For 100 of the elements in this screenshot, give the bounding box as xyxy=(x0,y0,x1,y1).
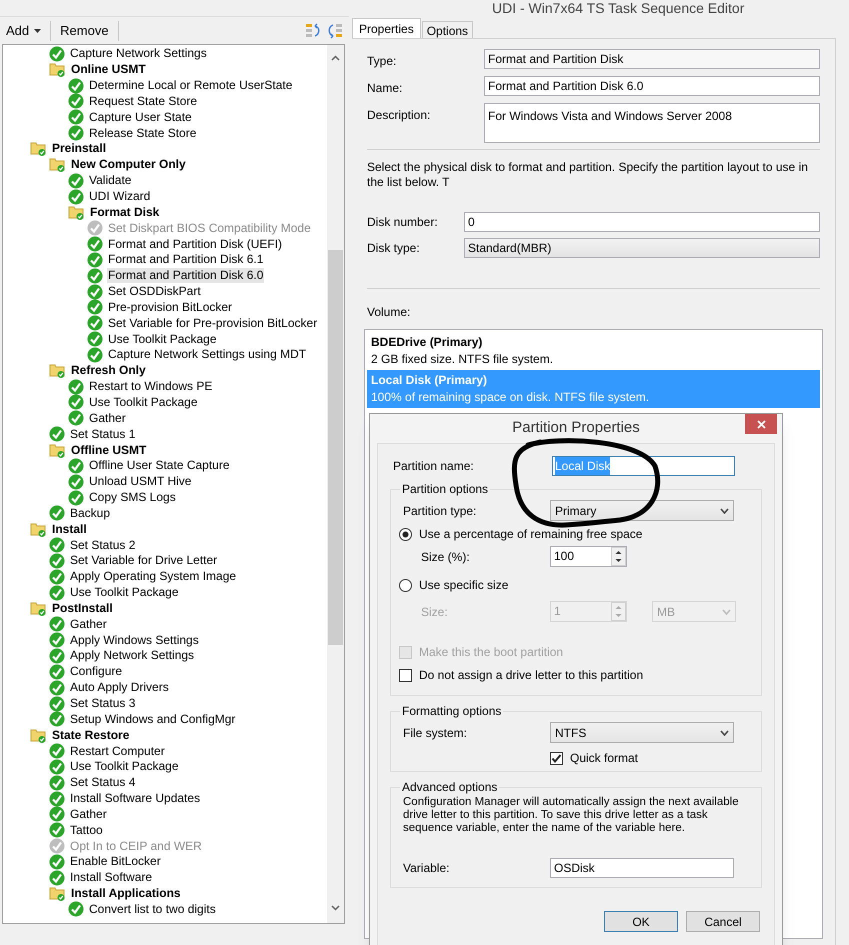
tree-item[interactable]: Determine Local or Remote UserState xyxy=(88,78,294,94)
tree-item[interactable]: Gather xyxy=(88,410,127,426)
close-button[interactable] xyxy=(745,414,777,434)
input-field[interactable]: Format and Partition Disk 6.0 xyxy=(484,76,820,96)
tree-item[interactable]: Unload USMT Hive xyxy=(88,474,192,490)
tree-item[interactable]: Apply Operating System Image xyxy=(69,569,238,584)
tree-item[interactable]: Setup Windows and ConfigMgr xyxy=(69,712,236,727)
tree-item[interactable]: Apply Windows Settings xyxy=(69,632,200,648)
check-icon xyxy=(49,870,65,886)
input-field[interactable]: Format and Partition Disk xyxy=(484,49,820,69)
spin-arrows-icon xyxy=(611,602,626,621)
tree-item[interactable]: Configure xyxy=(69,664,124,680)
tree-item[interactable]: Capture User State xyxy=(88,110,193,125)
tree-item[interactable]: Set Variable for Pre-provision BitLocker xyxy=(107,316,318,331)
check-icon xyxy=(49,648,65,664)
caret-icon xyxy=(34,28,42,32)
checkbox[interactable] xyxy=(550,752,563,764)
tree-item[interactable]: Set Status 4 xyxy=(69,775,136,790)
tab[interactable]: Properties xyxy=(352,18,421,38)
tree-item[interactable]: Request State Store xyxy=(88,94,198,109)
tree-item[interactable]: State Restore xyxy=(51,728,130,743)
check-icon xyxy=(68,474,84,490)
tree-item[interactable]: Set Status 2 xyxy=(69,538,136,553)
field-label: Size (%): xyxy=(421,548,471,566)
tree-item[interactable]: Format and Partition Disk 6.1 xyxy=(107,252,264,268)
folder-icon xyxy=(49,362,66,380)
tree-item[interactable]: Set Variable for Drive Letter xyxy=(69,553,218,568)
tree-item[interactable]: Release State Store xyxy=(88,126,198,141)
tree-item[interactable]: Use Toolkit Package xyxy=(107,332,218,347)
tree-item[interactable]: Offline USMT xyxy=(70,442,148,458)
dropdown-field[interactable]: NTFS xyxy=(550,722,734,743)
check-icon xyxy=(87,315,103,332)
input-field[interactable]: For Windows Vista and Windows Server 2008 xyxy=(484,103,820,143)
scrollbar[interactable] xyxy=(327,45,344,923)
volume-name: BDEDrive (Primary) xyxy=(371,334,484,351)
tree-item[interactable]: Use Toolkit Package xyxy=(69,585,180,600)
check-icon xyxy=(87,284,103,300)
tab[interactable]: Options xyxy=(422,21,474,38)
input-field[interactable]: OSDisk xyxy=(550,858,734,878)
tree-item[interactable]: Tattoo xyxy=(69,822,104,838)
tree-item[interactable]: Format Disk xyxy=(89,204,160,220)
radio-button[interactable] xyxy=(399,578,412,592)
tree-item[interactable]: Restart to Windows PE xyxy=(88,379,214,394)
tree-item[interactable]: Format and Partition Disk 6.0 xyxy=(107,268,264,284)
input-field[interactable]: 0 xyxy=(464,212,820,232)
disabled-check-icon xyxy=(49,838,65,854)
list-reorder-icon[interactable] xyxy=(305,22,321,39)
tree-item[interactable]: Copy SMS Logs xyxy=(88,490,177,506)
tree-item[interactable]: Refresh Only xyxy=(70,363,147,378)
tree-item[interactable]: Install Applications xyxy=(70,886,182,902)
tree-item[interactable]: Apply Network Settings xyxy=(69,648,196,664)
remove-button[interactable]: Remove xyxy=(57,20,112,40)
tree-item[interactable]: Offline User State Capture xyxy=(88,458,231,474)
ok-button[interactable]: OK xyxy=(604,911,678,932)
tree-item[interactable]: Capture Network Settings xyxy=(69,46,208,62)
tree-item[interactable]: New Computer Only xyxy=(70,157,187,172)
tree-item[interactable]: PostInstall xyxy=(51,600,114,616)
group-label: Advanced options xyxy=(401,779,498,796)
tree-item[interactable]: Pre-provision BitLocker xyxy=(107,300,234,315)
tree-item[interactable]: Use Toolkit Package xyxy=(69,759,180,774)
checkbox[interactable] xyxy=(399,668,412,682)
scrollbar-thumb[interactable] xyxy=(328,250,343,645)
tree-item[interactable]: Capture Network Settings using MDT xyxy=(107,347,308,362)
dropdown-field[interactable]: Standard(MBR) xyxy=(464,238,820,258)
tree-item[interactable]: Convert list to two digits xyxy=(88,902,217,917)
tree-item[interactable]: Format and Partition Disk (UEFI) xyxy=(107,236,284,252)
tree-item[interactable]: Online USMT xyxy=(70,62,147,78)
instructions-text: Select the physical disk to format and partition. Specify the partition layout to use in the list below. T xyxy=(367,160,809,191)
tree-item[interactable]: Restart Computer xyxy=(69,744,166,759)
list-reorder-icon[interactable] xyxy=(327,22,343,39)
check-icon xyxy=(49,632,65,648)
check-icon xyxy=(68,188,84,205)
tree-item[interactable]: Validate xyxy=(88,173,132,188)
check-icon xyxy=(68,394,84,410)
tree-item[interactable]: Gather xyxy=(69,806,108,822)
cancel-button[interactable]: Cancel xyxy=(686,911,760,932)
tree-item[interactable]: Set OSDDiskPart xyxy=(107,284,202,300)
tree-item[interactable]: Use Toolkit Package xyxy=(88,394,199,410)
check-icon xyxy=(68,125,84,142)
add-dropdown-button[interactable]: Add xyxy=(3,20,44,40)
tree-item[interactable]: Gather xyxy=(69,616,108,632)
volume-item[interactable]: BDEDrive (Primary) 2 GB fixed size. NTFS file system. xyxy=(367,332,820,370)
check-icon xyxy=(68,458,84,474)
tree-item[interactable]: Install xyxy=(51,522,88,537)
tree-item[interactable]: Set Status 3 xyxy=(69,696,136,712)
check-icon xyxy=(68,78,84,94)
tree-item[interactable]: Set Status 1 xyxy=(69,426,136,442)
tree-item[interactable]: Auto Apply Drivers xyxy=(69,680,170,696)
tree-item[interactable]: UDI Wizard xyxy=(88,189,152,204)
check-icon xyxy=(68,410,84,426)
tree-item[interactable]: Install Software Updates xyxy=(69,791,202,806)
tree-item[interactable]: Preinstall xyxy=(51,141,108,156)
folder-icon xyxy=(68,204,85,221)
check-icon xyxy=(68,901,84,918)
dropdown-field[interactable]: Primary xyxy=(550,500,734,521)
spin-field[interactable]: 100 xyxy=(550,546,627,567)
tree-item[interactable]: Install Software xyxy=(69,870,154,886)
radio-button[interactable] xyxy=(399,528,412,540)
tree-item[interactable]: Backup xyxy=(69,506,112,521)
tree-item[interactable]: Enable BitLocker xyxy=(69,854,162,870)
